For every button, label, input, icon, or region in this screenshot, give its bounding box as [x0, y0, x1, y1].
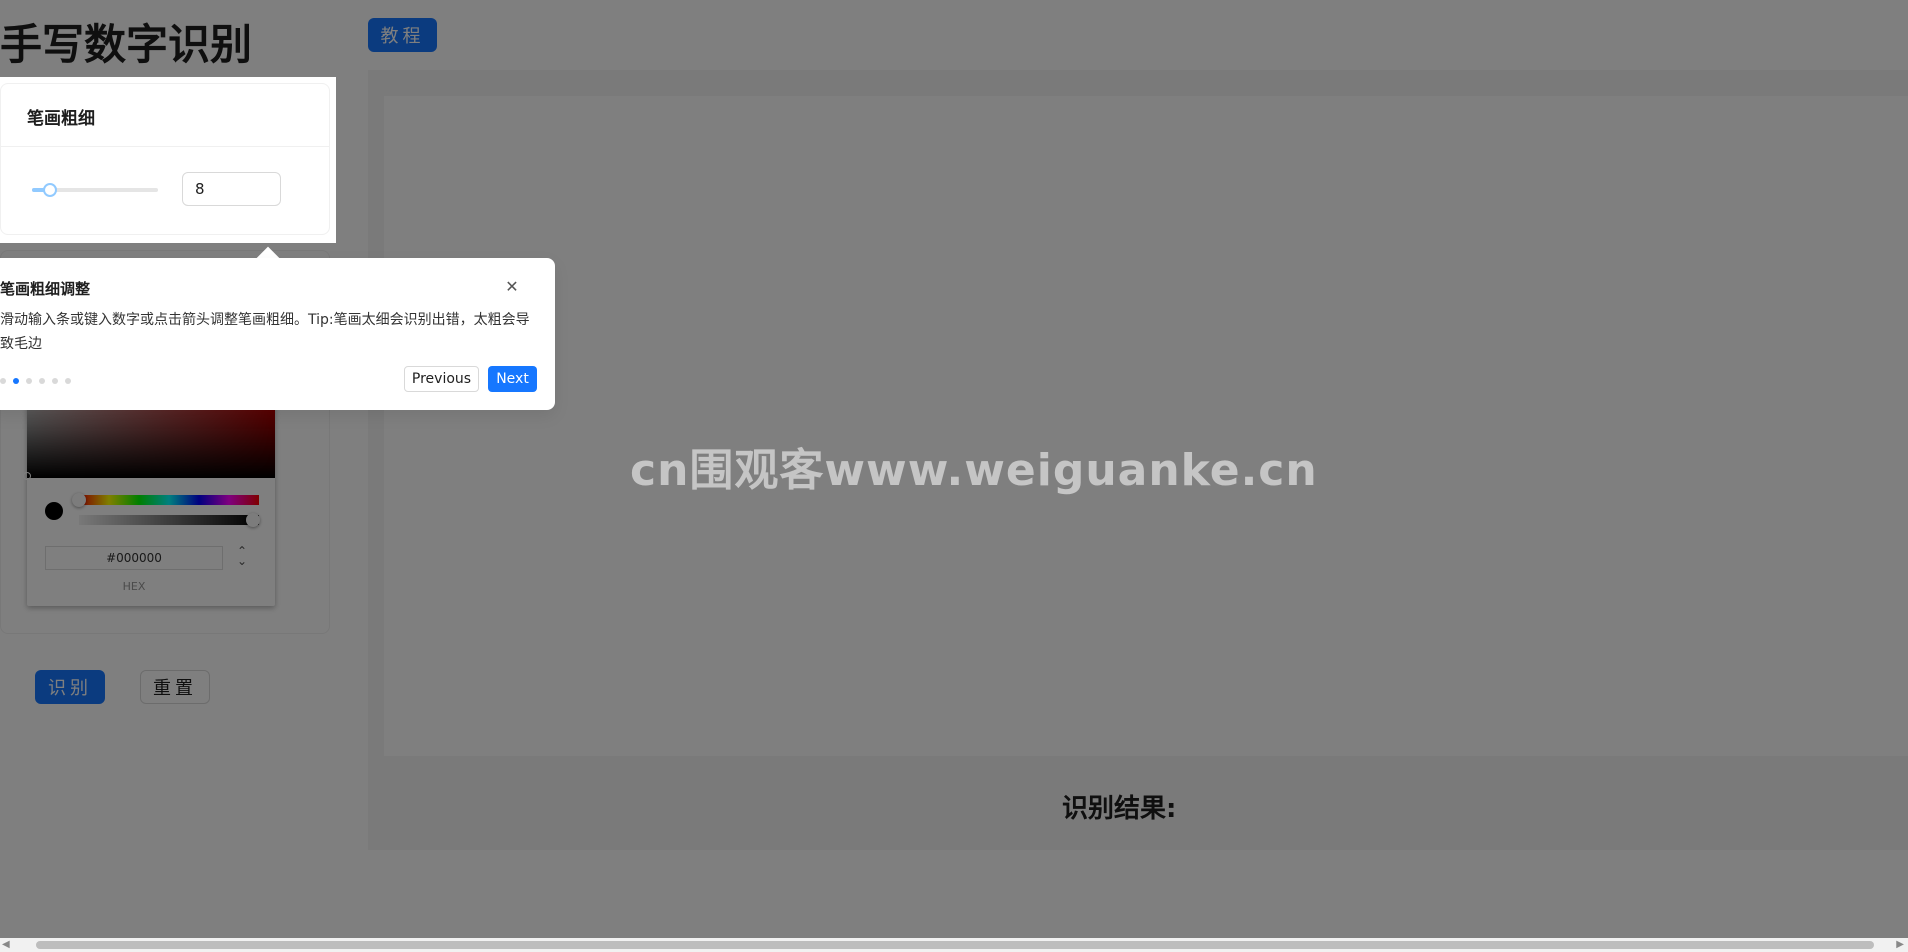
- step-dot: [39, 378, 45, 384]
- step-dot: [52, 378, 58, 384]
- tour-title: 笔画粗细调整: [0, 280, 91, 298]
- scroll-right-icon[interactable]: ▶: [1896, 938, 1904, 952]
- scrollbar-thumb[interactable]: [36, 941, 1874, 949]
- scroll-left-icon[interactable]: ◀: [2, 938, 10, 952]
- card-divider: [1, 146, 329, 147]
- step-dot: [0, 378, 6, 384]
- next-button[interactable]: Next: [488, 366, 537, 392]
- previous-button[interactable]: Previous: [404, 366, 479, 392]
- tour-description: 滑动输入条或键入数字或点击箭头调整笔画粗细。Tip:笔画太细会识别出错，太粗会导…: [0, 312, 530, 352]
- step-dot-active: [13, 378, 19, 384]
- tour-step-indicator: [0, 378, 71, 384]
- stroke-width-slider-handle[interactable]: [43, 183, 57, 197]
- horizontal-scrollbar[interactable]: ◀ ▶: [0, 938, 1908, 952]
- step-dot: [26, 378, 32, 384]
- stroke-width-title: 笔画粗细: [27, 109, 95, 129]
- watermark: cn围观客www.weiguanke.cn: [630, 445, 1318, 496]
- stroke-width-input[interactable]: 8: [182, 172, 281, 206]
- step-dot: [65, 378, 71, 384]
- tour-highlight: 笔画粗细 8: [0, 77, 336, 243]
- stroke-width-card: 笔画粗细: [0, 83, 330, 235]
- tour-popover: 笔画粗细调整 ✕ 滑动输入条或键入数字或点击箭头调整笔画粗细。Tip:笔画太细会…: [0, 258, 555, 410]
- close-icon[interactable]: ✕: [503, 278, 521, 296]
